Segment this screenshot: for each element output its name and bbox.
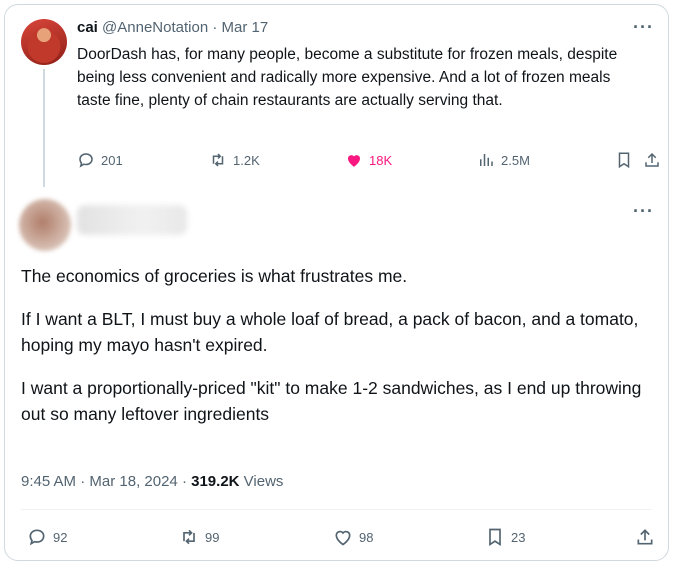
analytics-icon: [480, 154, 493, 166]
reply-icon: [29, 529, 45, 546]
meta-separator: ·: [80, 473, 86, 490]
reply-count: 201: [101, 152, 123, 168]
heart-icon: [335, 530, 351, 546]
redacted-name-blur: [77, 205, 187, 235]
bookmark-icon: [489, 528, 501, 547]
share-button[interactable]: [643, 151, 667, 169]
meta-separator: ·: [181, 473, 187, 490]
views-button[interactable]: 2.5M: [477, 151, 530, 169]
share-icon: [645, 152, 659, 167]
avatar[interactable]: [21, 19, 67, 65]
reply-button[interactable]: 201: [77, 151, 123, 169]
like-button[interactable]: 18K: [345, 151, 392, 169]
tweet2-paragraph: The economics of groceries is what frust…: [21, 266, 408, 286]
share-button[interactable]: [635, 527, 661, 547]
retweet-count: 1.2K: [233, 152, 260, 168]
like-count: 18K: [369, 152, 393, 168]
more-options-icon[interactable]: ···: [633, 17, 654, 38]
views-label: Views: [243, 473, 284, 490]
tweet2-paragraph: I want a proportionally-priced "kit" to …: [21, 378, 642, 424]
bookmark-icon: [618, 152, 630, 169]
tweet2-action-bar: 92 99 98 23: [21, 527, 661, 555]
post-time[interactable]: 9:45 AM: [21, 473, 76, 490]
thread-connector-line: [43, 69, 45, 187]
tweet1-text: DoorDash has, for many people, become a …: [77, 46, 618, 109]
bookmark-button[interactable]: [615, 151, 639, 169]
post-date[interactable]: Mar 18, 2024: [89, 473, 177, 490]
tweet-thread-card: cai @AnneNotation · Mar 17 ··· DoorDash …: [4, 4, 669, 561]
divider: [21, 509, 652, 510]
retweet-icon: [183, 529, 195, 545]
reply-icon: [79, 153, 93, 168]
like-button[interactable]: 98: [333, 527, 373, 547]
view-count: 2.5M: [501, 152, 530, 168]
tweet2-meta: 9:45 AM · Mar 18, 2024 · 319.2K Views: [21, 473, 283, 490]
tweet2-text: The economics of groceries is what frust…: [21, 263, 661, 444]
retweet-count: 99: [205, 529, 220, 545]
retweet-button[interactable]: 99: [179, 527, 219, 547]
share-icon: [637, 529, 653, 545]
avatar-blurred[interactable]: [19, 199, 71, 251]
display-name[interactable]: cai: [77, 19, 98, 36]
like-count: 98: [359, 529, 374, 545]
tweet2-paragraph: If I want a BLT, I must buy a whole loaf…: [21, 309, 639, 355]
bookmark-count: 23: [511, 529, 526, 545]
more-options-icon[interactable]: ···: [633, 201, 654, 222]
tweet1-action-bar: 201 1.2K 18K 2.5M: [77, 151, 663, 177]
user-handle[interactable]: @AnneNotation: [102, 19, 208, 36]
bookmark-button[interactable]: 23: [485, 527, 525, 547]
heart-filled-icon: [348, 155, 360, 167]
views-count: 319.2K: [191, 473, 240, 490]
retweet-icon: [212, 153, 224, 167]
post-date[interactable]: Mar 17: [222, 19, 269, 36]
tweet1-header: cai @AnneNotation · Mar 17: [77, 19, 268, 36]
meta-separator: ·: [212, 19, 218, 36]
reply-count: 92: [53, 529, 68, 545]
retweet-button[interactable]: 1.2K: [209, 151, 260, 169]
reply-button[interactable]: 92: [27, 527, 67, 547]
